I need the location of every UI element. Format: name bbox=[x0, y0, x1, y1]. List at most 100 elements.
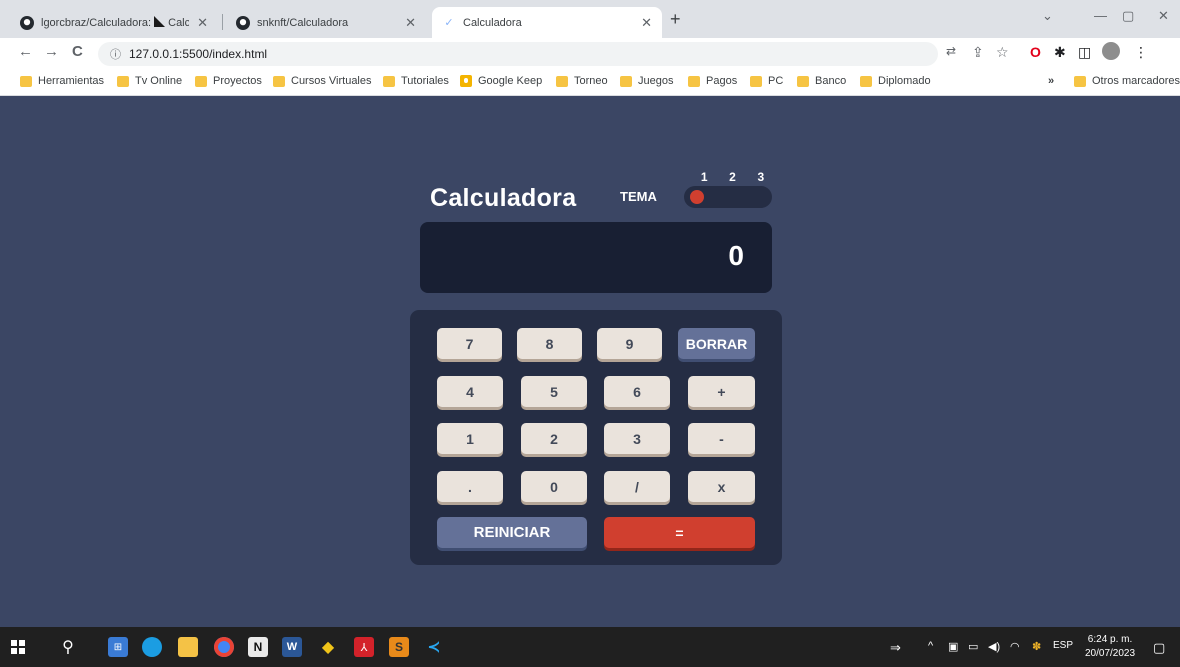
sublime-text-icon[interactable]: S bbox=[389, 637, 409, 657]
theme-option-1: 1 bbox=[700, 170, 708, 184]
bookmark-label: Google Keep bbox=[478, 75, 543, 87]
bookmark-torneo[interactable]: Torneo bbox=[556, 75, 608, 87]
folder-icon bbox=[195, 75, 207, 87]
theme-numbers: 1 2 3 bbox=[690, 170, 775, 184]
key-4[interactable]: 4 bbox=[437, 376, 503, 407]
page-title: Calculadora bbox=[430, 184, 577, 212]
side-panel-icon[interactable]: ◫ bbox=[1078, 44, 1091, 61]
profile-avatar[interactable] bbox=[1102, 42, 1120, 60]
edge-icon[interactable] bbox=[142, 637, 162, 657]
key-7[interactable]: 7 bbox=[437, 328, 502, 359]
bookmark-otros-marcadores[interactable]: Otros marcadores bbox=[1074, 75, 1180, 87]
meet-now-icon[interactable]: ▣ bbox=[948, 640, 958, 653]
close-tab-icon[interactable]: ✕ bbox=[197, 15, 208, 31]
theme-toggle[interactable] bbox=[684, 186, 772, 208]
tab-search-icon[interactable]: ⌄ bbox=[1042, 8, 1053, 24]
menu-icon[interactable]: ⋮ bbox=[1134, 44, 1148, 61]
key-plus[interactable]: + bbox=[688, 376, 755, 407]
folder-icon bbox=[556, 75, 568, 87]
theme-toggle-knob[interactable] bbox=[690, 190, 704, 204]
file-explorer-icon[interactable] bbox=[178, 637, 198, 657]
minimize-button[interactable]: — bbox=[1094, 8, 1107, 23]
key-2[interactable]: 2 bbox=[521, 423, 587, 454]
vscode-icon[interactable]: ≺ bbox=[424, 637, 444, 657]
notion-icon[interactable]: N bbox=[248, 637, 268, 657]
store-icon[interactable]: ⊞ bbox=[108, 637, 128, 657]
folder-icon bbox=[860, 75, 872, 87]
bookmark-star-icon[interactable]: ☆ bbox=[996, 44, 1009, 61]
maximize-button[interactable]: ▢ bbox=[1122, 8, 1134, 24]
bookmark-label: Tutoriales bbox=[401, 75, 449, 87]
bookmarks-bar: Herramientas Tv Online Proyectos Cursos … bbox=[0, 70, 1180, 96]
network-devices-icon[interactable]: ⇒ bbox=[890, 640, 901, 656]
info-icon: ⓘ bbox=[110, 49, 121, 61]
key-minus[interactable]: - bbox=[688, 423, 755, 454]
bookmark-label: Tv Online bbox=[135, 75, 183, 87]
key-8[interactable]: 8 bbox=[517, 328, 582, 359]
bookmark-herramientas[interactable]: Herramientas bbox=[20, 75, 104, 87]
display-value: 0 bbox=[728, 240, 744, 271]
tab-github-snknft[interactable]: snknft/Calculadora ✕ bbox=[226, 7, 426, 38]
bookmark-tv-online[interactable]: Tv Online bbox=[117, 75, 182, 87]
notification-app-icon[interactable]: ✽ bbox=[1032, 640, 1041, 653]
close-tab-icon[interactable]: ✕ bbox=[405, 15, 416, 31]
tab-label: lgorcbraz/Calculadora: bbox=[41, 17, 155, 29]
chrome-icon[interactable] bbox=[214, 637, 234, 657]
bookmark-label: Diplomado bbox=[878, 75, 931, 87]
key-multiply[interactable]: x bbox=[688, 471, 755, 502]
key-0[interactable]: 0 bbox=[521, 471, 587, 502]
close-window-button[interactable]: ✕ bbox=[1158, 8, 1169, 24]
tab-github-lgorcbraz[interactable]: lgorcbraz/Calculadora: Calcul ✕ bbox=[10, 7, 218, 38]
bookmark-juegos[interactable]: Juegos bbox=[620, 75, 673, 87]
language-indicator[interactable]: ESP bbox=[1053, 640, 1073, 651]
bookmark-diplomado[interactable]: Diplomado bbox=[860, 75, 931, 87]
key-5[interactable]: 5 bbox=[521, 376, 587, 407]
translate-icon[interactable]: ⇄ bbox=[946, 44, 956, 58]
folder-icon bbox=[750, 75, 762, 87]
battery-icon[interactable]: ▭ bbox=[968, 640, 978, 653]
reload-icon[interactable]: C bbox=[72, 43, 83, 60]
key-decimal[interactable]: . bbox=[437, 471, 503, 502]
windows-start-icon[interactable] bbox=[8, 637, 28, 657]
word-icon[interactable]: W bbox=[282, 637, 302, 657]
tab-calculadora[interactable]: ✓ Calculadora ✕ bbox=[432, 7, 662, 38]
show-hidden-icons-chevron[interactable]: ^ bbox=[928, 640, 933, 652]
key-3[interactable]: 3 bbox=[604, 423, 670, 454]
close-tab-icon[interactable]: ✕ bbox=[641, 15, 652, 31]
git-icon[interactable]: ◆ bbox=[318, 637, 338, 657]
volume-icon[interactable]: ◀) bbox=[988, 640, 1000, 653]
pdf-reader-icon[interactable]: ⅄ bbox=[354, 637, 374, 657]
bookmark-tutoriales[interactable]: Tutoriales bbox=[383, 75, 449, 87]
system-clock[interactable]: 6:24 p. m. 20/07/2023 bbox=[1085, 633, 1135, 661]
wifi-icon[interactable]: ◠ bbox=[1010, 640, 1020, 653]
address-bar[interactable]: ⓘ 127.0.0.1:5500/index.html bbox=[98, 42, 938, 66]
notifications-icon[interactable]: ▢ bbox=[1153, 640, 1165, 656]
bookmark-google-keep[interactable]: Google Keep bbox=[460, 75, 542, 87]
key-divide[interactable]: / bbox=[604, 471, 670, 502]
key-9[interactable]: 9 bbox=[597, 328, 662, 359]
folder-icon bbox=[1074, 75, 1086, 87]
bookmark-pc[interactable]: PC bbox=[750, 75, 783, 87]
bookmarks-overflow-button[interactable]: » bbox=[1048, 75, 1054, 87]
bookmark-banco[interactable]: Banco bbox=[797, 75, 846, 87]
key-1[interactable]: 1 bbox=[437, 423, 503, 454]
new-tab-button[interactable]: + bbox=[670, 9, 681, 30]
calculator-screen: 0 bbox=[420, 222, 772, 293]
key-6[interactable]: 6 bbox=[604, 376, 670, 407]
share-icon[interactable]: ⇪ bbox=[972, 44, 984, 61]
browser-tab-strip: lgorcbraz/Calculadora: Calcul ✕ snknft/C… bbox=[0, 0, 1180, 38]
forward-icon[interactable]: → bbox=[44, 43, 59, 60]
search-icon[interactable]: ⚲ bbox=[58, 637, 78, 657]
delete-button[interactable]: BORRAR bbox=[678, 328, 755, 359]
extensions-icon[interactable]: ✱ bbox=[1054, 44, 1066, 61]
bookmark-cursos-virtuales[interactable]: Cursos Virtuales bbox=[273, 75, 372, 87]
folder-icon bbox=[117, 75, 129, 87]
opera-icon[interactable]: O bbox=[1030, 44, 1041, 60]
equals-button[interactable]: = bbox=[604, 517, 755, 548]
back-icon[interactable]: ← bbox=[18, 43, 33, 60]
theme-option-2: 2 bbox=[729, 170, 736, 184]
reset-button[interactable]: REINICIAR bbox=[437, 517, 587, 548]
windows-taskbar: ⚲ ⊞ N W ◆ ⅄ S ≺ ⇒ ^ ▣ ▭ ◀) ◠ ✽ ESP 6:24 … bbox=[0, 627, 1180, 667]
bookmark-proyectos[interactable]: Proyectos bbox=[195, 75, 262, 87]
bookmark-pagos[interactable]: Pagos bbox=[688, 75, 737, 87]
